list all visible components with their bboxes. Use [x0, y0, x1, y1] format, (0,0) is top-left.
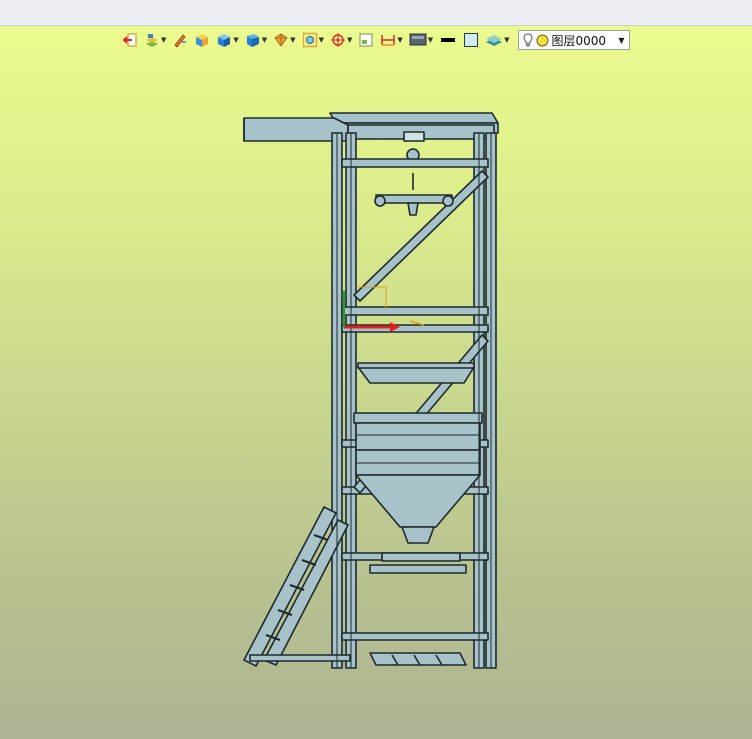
layer-selector[interactable]: 图层0000 ▼	[517, 30, 630, 50]
diagonal-brace-upper	[353, 170, 489, 302]
layers-tool-icon	[146, 34, 158, 47]
cad-application: ▼ ▼ ▼ ▼ ▼ ▼ ▼ ▼ ▼ 图层0000 ▼	[0, 0, 752, 739]
window-view-icon	[359, 33, 373, 47]
line-color-button[interactable]	[437, 29, 459, 51]
frame-beam-1	[341, 158, 489, 168]
chevron-down-icon: ▼	[161, 35, 167, 44]
chevron-down-icon: ▼	[290, 35, 296, 44]
section-view-icon	[274, 33, 288, 47]
render-mode-icon	[409, 33, 427, 46]
discharge-plate	[381, 552, 461, 562]
chevron-down-icon: ▼	[504, 35, 510, 44]
view-cube-button[interactable]: ▼	[243, 29, 269, 51]
dimension-button[interactable]: ▼	[378, 29, 404, 51]
title-strip	[0, 0, 752, 26]
frame-beam-2	[341, 306, 489, 316]
zoom-fit-icon	[302, 32, 317, 48]
lightbulb-icon	[523, 32, 533, 46]
chevron-down-icon: ▼	[346, 35, 353, 44]
layer-name: 图层0000	[551, 33, 607, 48]
chevron-down-icon: ▼	[427, 35, 434, 44]
solid-cube-icon	[196, 34, 209, 47]
return-tool-button[interactable]	[120, 29, 140, 51]
pencil-edit-icon	[174, 34, 187, 48]
stair-landing	[249, 654, 351, 662]
hopper-cone	[355, 474, 481, 528]
pivot-target-icon	[330, 33, 345, 47]
chevron-down-icon: ▼	[233, 35, 239, 44]
pivot-target-button[interactable]: ▼	[328, 29, 354, 51]
zoom-fit-button[interactable]: ▼	[300, 29, 326, 51]
shaded-cube-button[interactable]: ▼	[214, 29, 240, 51]
bag-tray	[357, 366, 475, 384]
chevron-down-icon: ▼	[318, 35, 324, 44]
section-view-button[interactable]: ▼	[271, 29, 297, 51]
shaded-cube-icon	[218, 34, 231, 47]
chevron-down-icon: ▼	[397, 35, 403, 44]
fill-color-button[interactable]	[461, 29, 481, 51]
hopper-cylinder	[355, 422, 481, 451]
chevron-down-icon: ▼	[618, 35, 625, 45]
layer-stack-icon	[486, 35, 503, 46]
lifting-bar	[375, 194, 453, 204]
layers-tool-button[interactable]: ▼	[142, 29, 168, 51]
window-view-button[interactable]	[356, 29, 376, 51]
return-icon	[122, 33, 137, 47]
hopper-outlet	[401, 526, 435, 544]
solid-cube-button[interactable]	[192, 29, 212, 51]
frame-beam-7	[341, 632, 489, 641]
top-cover	[329, 112, 499, 124]
pencil-edit-button[interactable]	[170, 29, 190, 51]
view-toolbar: ▼ ▼ ▼ ▼ ▼ ▼ ▼ ▼ ▼ 图层0000 ▼	[120, 28, 630, 52]
top-motor-housing	[403, 131, 425, 142]
cad-model-3d[interactable]	[230, 95, 520, 680]
chevron-down-icon: ▼	[261, 35, 268, 44]
dimension-icon	[381, 35, 396, 46]
hopper-ring	[353, 412, 483, 424]
stair-stringer-outer	[243, 506, 337, 667]
layer-stack-button[interactable]: ▼	[483, 29, 511, 51]
line-color-icon	[441, 38, 456, 42]
yellow-circle-icon	[536, 34, 549, 46]
render-mode-button[interactable]: ▼	[407, 29, 435, 51]
fill-color-icon	[464, 33, 479, 47]
view-cube-icon	[246, 34, 259, 47]
